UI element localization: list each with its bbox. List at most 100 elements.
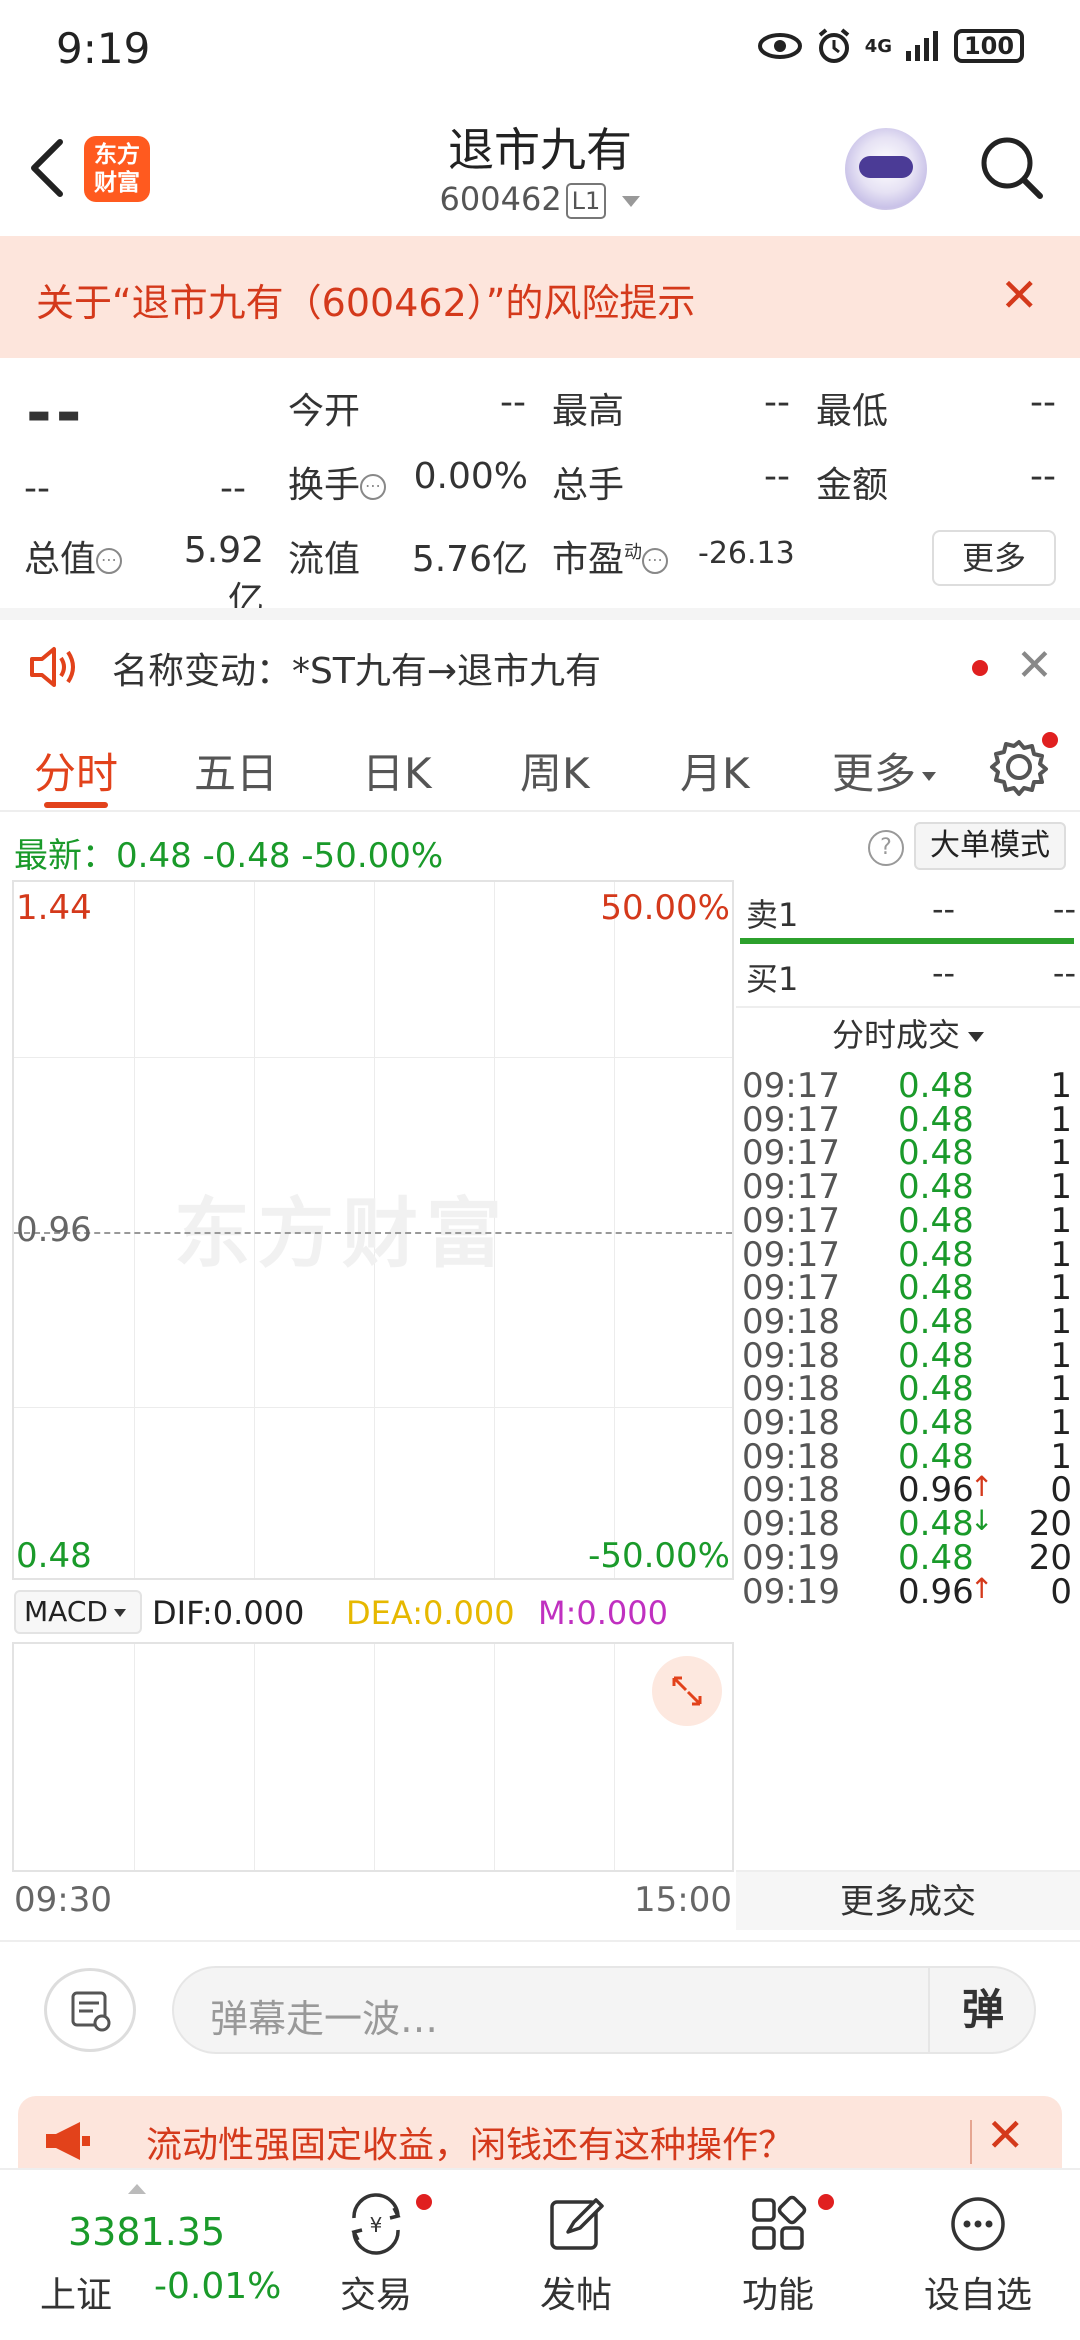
tab-five-day[interactable]: 五日 (194, 740, 278, 801)
volume-value: -- (764, 456, 790, 497)
tab-weekly-k[interactable]: 周K (520, 740, 590, 801)
grid-line (14, 1057, 732, 1058)
grid-line (614, 882, 615, 1578)
divider (736, 1006, 1080, 1008)
index-change[interactable]: -0.01% (154, 2266, 281, 2307)
trade-icon: ¥ (351, 2193, 401, 2255)
more-quote-button[interactable]: 更多 (932, 530, 1056, 586)
tick-row: 09:19 0.96 ↑ 0 (742, 1572, 1072, 1622)
indicator-select[interactable]: MACD (14, 1590, 142, 1634)
float-label: 流值 (288, 539, 361, 580)
intraday-chart[interactable]: 东方财富 1.44 50.00% 0.96 0.48 -50.00% (12, 880, 734, 1580)
stock-code: 600462 (439, 180, 562, 218)
tab-daily-k[interactable]: 日K (362, 740, 432, 801)
nav-functions[interactable]: 功能 (708, 2192, 848, 2318)
macd-row: MACD DIF:0.000 DEA:0.000 M:0.000 (12, 1584, 734, 1640)
alarm-icon (818, 28, 849, 63)
order-book-panel: 卖1 -- -- 买1 -- -- 分时成交 09:17 0.48 1 09:17 0.… (736, 880, 1080, 1930)
network-type: 4G (864, 35, 892, 57)
sell1-volume: -- (1052, 890, 1076, 928)
arrow-down-icon: ↓ (970, 1504, 994, 1538)
index-name[interactable]: 上证 (40, 2266, 112, 2318)
caret-down-icon (113, 1609, 126, 1617)
grid-line (134, 882, 135, 1578)
turnover-value: 0.00% (413, 456, 528, 497)
unread-dot (818, 2194, 834, 2210)
speaker-icon (30, 647, 75, 687)
nav-label: 设自选 (923, 2275, 1032, 2316)
close-icon[interactable]: ✕ (1000, 272, 1039, 318)
info-icon[interactable]: ⋯ (642, 548, 669, 574)
notice-text: 名称变动：*ST九有→退市九有 (112, 651, 602, 692)
search-icon[interactable] (978, 134, 1044, 200)
quote-panel: -- -- -- 今开 -- 最高 -- 最低 -- 换手 ⋯ 0.00% 总手 … (0, 358, 1080, 621)
y-axis-mid: 0.96 (16, 1210, 92, 1250)
latest-row: 最新：0.48 -0.48 -50.00% ? 大单模式 (0, 818, 1080, 876)
tab-intraday[interactable]: 分时 (34, 740, 118, 801)
amount-value: -- (1030, 456, 1056, 497)
mktcap-label: 总值 ⋯ (24, 530, 123, 582)
ticks-title[interactable]: 分时成交 (736, 1010, 1080, 1056)
settings-dot (1042, 732, 1058, 748)
comment-settings-icon[interactable] (44, 1968, 136, 2052)
big-order-mode-button[interactable]: 大单模式 (914, 822, 1066, 870)
grid-line (134, 1644, 135, 1870)
tab-more[interactable]: 更多 (832, 740, 937, 801)
assistant-robot-icon[interactable] (845, 128, 927, 210)
gear-icon[interactable] (988, 736, 1050, 798)
caret-up-icon[interactable] (128, 2184, 146, 2194)
caret-down-icon (922, 772, 937, 781)
info-icon[interactable]: ⋯ (360, 474, 387, 500)
name-change-notice[interactable]: 名称变动：*ST九有→退市九有 ✕ (0, 620, 1080, 712)
macd-panel (12, 1642, 734, 1872)
tab-monthly-k[interactable]: 月K (680, 740, 750, 801)
high-label: 最高 (552, 391, 625, 432)
expand-icon[interactable] (652, 1656, 722, 1726)
time-axis-start: 09:30 (14, 1880, 112, 1920)
arrow-up-icon: ↑ (970, 1571, 994, 1605)
close-icon[interactable]: ✕ (986, 2112, 1025, 2158)
sell1-label: 卖1 (746, 896, 799, 934)
prev-close-line (14, 1232, 732, 1234)
svg-text:¥: ¥ (370, 2213, 383, 2237)
close-icon[interactable]: ✕ (1016, 640, 1053, 691)
level-tag: L1 (565, 183, 607, 219)
tick-volume: 0 (1050, 1571, 1072, 1612)
signal-icon (906, 31, 938, 61)
grid-line (254, 1644, 255, 1870)
risk-banner-text[interactable]: 关于“退市九有（600462）”的风险提示 (36, 272, 695, 327)
status-bar: 9:19 4G 100 (0, 0, 1080, 100)
nav-add-watchlist[interactable]: 设自选 (908, 2192, 1048, 2318)
pe-label: 市盈动 ⋯ (552, 530, 669, 582)
nav-trade[interactable]: ¥ 交易 (306, 2192, 446, 2318)
grid-line (494, 1644, 495, 1870)
more-trades-button[interactable]: 更多成交 (736, 1870, 1080, 1930)
tick-time: 09:19 (742, 1571, 840, 1612)
comment-bar: 弹幕走一波… 弹 (0, 1940, 1080, 2070)
danmu-placeholder: 弹幕走一波… (210, 1997, 439, 2041)
watermark: 东方财富 (174, 1189, 510, 1278)
status-time: 9:19 (56, 24, 151, 73)
grid-line (614, 1644, 615, 1870)
grid-line (374, 1644, 375, 1870)
tab-underline (44, 802, 108, 808)
macd-dea: DEA:0.000 (346, 1594, 515, 1632)
buy1-price: -- (932, 954, 956, 992)
tick-price: 0.96 (898, 1571, 974, 1612)
bottom-nav: 3381.35 上证 -0.01% ¥ 交易 发帖 功能 设自选 (0, 2168, 1080, 2340)
price-change: -- (24, 468, 50, 509)
buy1-row: 买1 -- -- (742, 944, 1078, 1006)
danmu-input[interactable]: 弹幕走一波… 弹 (172, 1966, 1036, 2054)
help-icon[interactable]: ? (868, 830, 904, 866)
battery-icon: 100 (954, 29, 1024, 63)
status-icons: 4G 100 (757, 28, 1024, 64)
index-value[interactable]: 3381.35 (68, 2210, 225, 2254)
nav-post[interactable]: 发帖 (506, 2192, 646, 2318)
high-value: -- (764, 382, 790, 423)
info-icon[interactable]: ⋯ (96, 548, 123, 574)
nav-label: 发帖 (539, 2275, 612, 2316)
robot-visor (859, 156, 913, 178)
macd-m: M:0.000 (538, 1594, 668, 1632)
danmu-toggle-button[interactable]: 弹 (928, 1968, 1036, 2052)
risk-banner[interactable]: 关于“退市九有（600462）”的风险提示 ✕ (0, 236, 1080, 358)
